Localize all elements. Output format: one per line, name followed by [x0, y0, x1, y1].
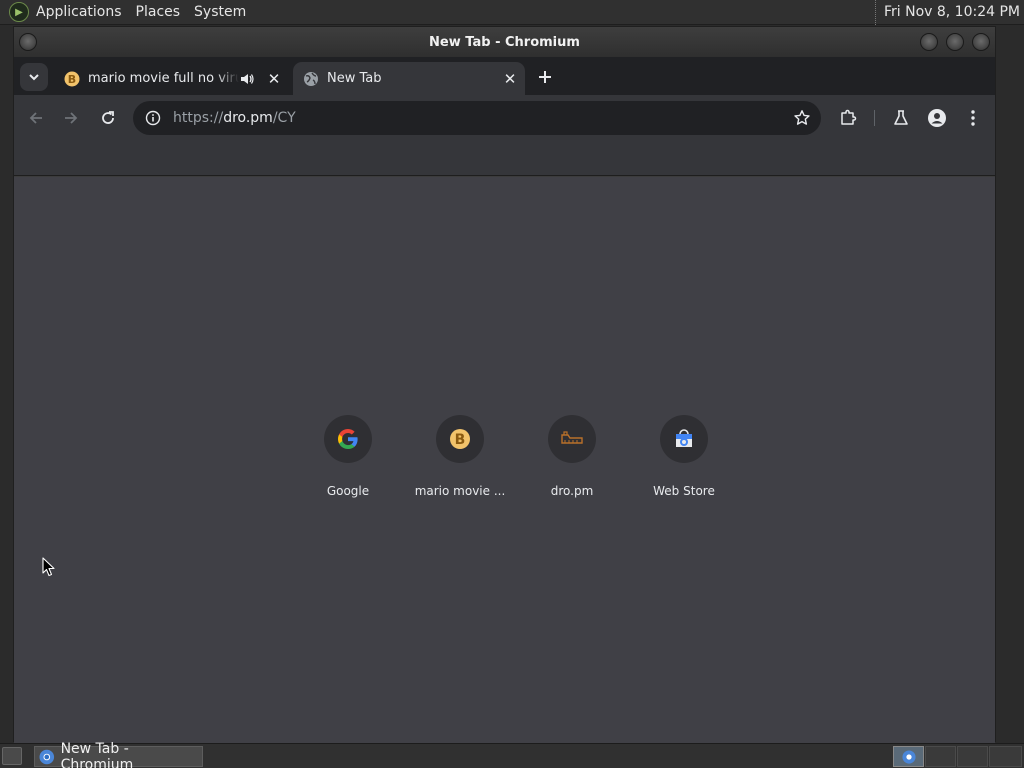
shortcut-label: dro.pm: [550, 484, 594, 498]
toolbar: https://dro.pm/CY: [14, 95, 995, 141]
speaker-icon[interactable]: [239, 71, 255, 87]
tab-mario-movie[interactable]: B mario movie full no virus ✕: [54, 62, 289, 95]
system-menu[interactable]: System: [187, 0, 253, 25]
places-menu[interactable]: Places: [129, 0, 188, 25]
shortcut-web-store[interactable]: Web Store: [628, 415, 740, 505]
menu-button[interactable]: [959, 104, 987, 132]
web-store-icon: [676, 429, 692, 447]
chevron-down-icon: [29, 74, 39, 81]
back-button[interactable]: [22, 104, 50, 132]
maximize-button[interactable]: [946, 33, 964, 51]
bottom-panel: New Tab - Chromium: [0, 741, 1024, 768]
shortcut-dro-pm[interactable]: dro.pm: [516, 415, 628, 505]
chromium-icon: [39, 749, 55, 764]
flask-icon: [894, 110, 908, 125]
shortcut-label: Google: [326, 484, 370, 498]
dro-pm-icon: [561, 431, 583, 444]
top-panel: ▶ Applications Places System Fri Nov 8, …: [0, 0, 1024, 25]
shortcut-tiles: Google B mario movie ... dro.pm Web Stor…: [292, 415, 740, 505]
address-bar[interactable]: https://dro.pm/CY: [133, 101, 821, 135]
bookmark-star-icon[interactable]: [793, 109, 811, 127]
bookmarks-bar: [14, 141, 995, 176]
shortcut-icon-circle: B: [436, 415, 484, 463]
new-tab-page: Google B mario movie ... dro.pm Web Stor…: [14, 177, 995, 743]
arrow-right-icon: [65, 112, 78, 124]
plus-icon: [539, 71, 551, 83]
puzzle-icon: [841, 109, 857, 125]
clock[interactable]: Fri Nov 8, 10:24 PM: [874, 0, 1020, 25]
url-host: dro.pm: [223, 110, 273, 126]
workspace-1[interactable]: [893, 746, 924, 767]
chromium-icon: [902, 750, 916, 764]
labs-button[interactable]: [887, 104, 915, 132]
gnome-foot-icon[interactable]: ▶: [9, 2, 29, 22]
url-scheme: https://: [173, 110, 224, 126]
shortcut-icon-circle: [324, 415, 372, 463]
close-tab-icon[interactable]: ✕: [501, 70, 519, 88]
shortcut-icon-circle: [660, 415, 708, 463]
shortcut-label: Web Store: [653, 484, 715, 498]
close-window-button[interactable]: [972, 33, 990, 51]
forward-button[interactable]: [57, 104, 85, 132]
show-desktop-button[interactable]: [2, 747, 22, 765]
bitcoin-icon: B: [450, 429, 470, 449]
minimize-button[interactable]: [920, 33, 938, 51]
shortcut-label: mario movie ...: [414, 484, 506, 498]
taskbar-window-label: New Tab - Chromium: [60, 740, 134, 768]
window-menu-button[interactable]: [19, 33, 37, 51]
svg-text:B: B: [455, 432, 466, 448]
info-icon[interactable]: [145, 110, 161, 126]
tab-title: New Tab: [327, 71, 382, 86]
svg-text:B: B: [68, 73, 76, 86]
taskbar-window-button[interactable]: New Tab - Chromium: [34, 741, 203, 768]
tab-title: mario movie full no virus: [88, 71, 239, 86]
window-titlebar[interactable]: New Tab - Chromium: [14, 27, 995, 57]
reload-button[interactable]: [94, 104, 122, 132]
tab-search-button[interactable]: [20, 63, 48, 91]
toolbar-separator: [874, 110, 875, 126]
reload-icon: [102, 111, 114, 124]
globe-icon: [304, 71, 318, 86]
bitcoin-icon: B: [64, 71, 80, 86]
kebab-menu-icon: [971, 110, 975, 126]
browser-window: New Tab - Chromium B mario movie full no…: [13, 26, 996, 743]
workspace-4[interactable]: [989, 746, 1022, 767]
new-tab-button[interactable]: [533, 65, 557, 89]
tab-strip: B mario movie full no virus ✕ New Tab ✕: [14, 57, 995, 95]
close-tab-icon[interactable]: ✕: [265, 70, 283, 88]
url-path: /CY: [272, 110, 296, 126]
shortcut-icon-circle: [548, 415, 596, 463]
shortcut-google[interactable]: Google: [292, 415, 404, 505]
extensions-button[interactable]: [834, 104, 862, 132]
mouse-pointer-icon: [42, 557, 55, 577]
avatar-icon: [928, 109, 946, 127]
profile-button[interactable]: [923, 104, 951, 132]
google-icon: [338, 429, 358, 449]
arrow-left-icon: [29, 112, 42, 124]
workspace-2[interactable]: [925, 746, 956, 767]
shortcut-mario-movie[interactable]: B mario movie ...: [404, 415, 516, 505]
tab-new-tab[interactable]: New Tab ✕: [293, 62, 525, 95]
window-title: New Tab - Chromium: [429, 34, 580, 50]
workspace-3[interactable]: [957, 746, 988, 767]
applications-menu[interactable]: Applications: [29, 0, 129, 25]
